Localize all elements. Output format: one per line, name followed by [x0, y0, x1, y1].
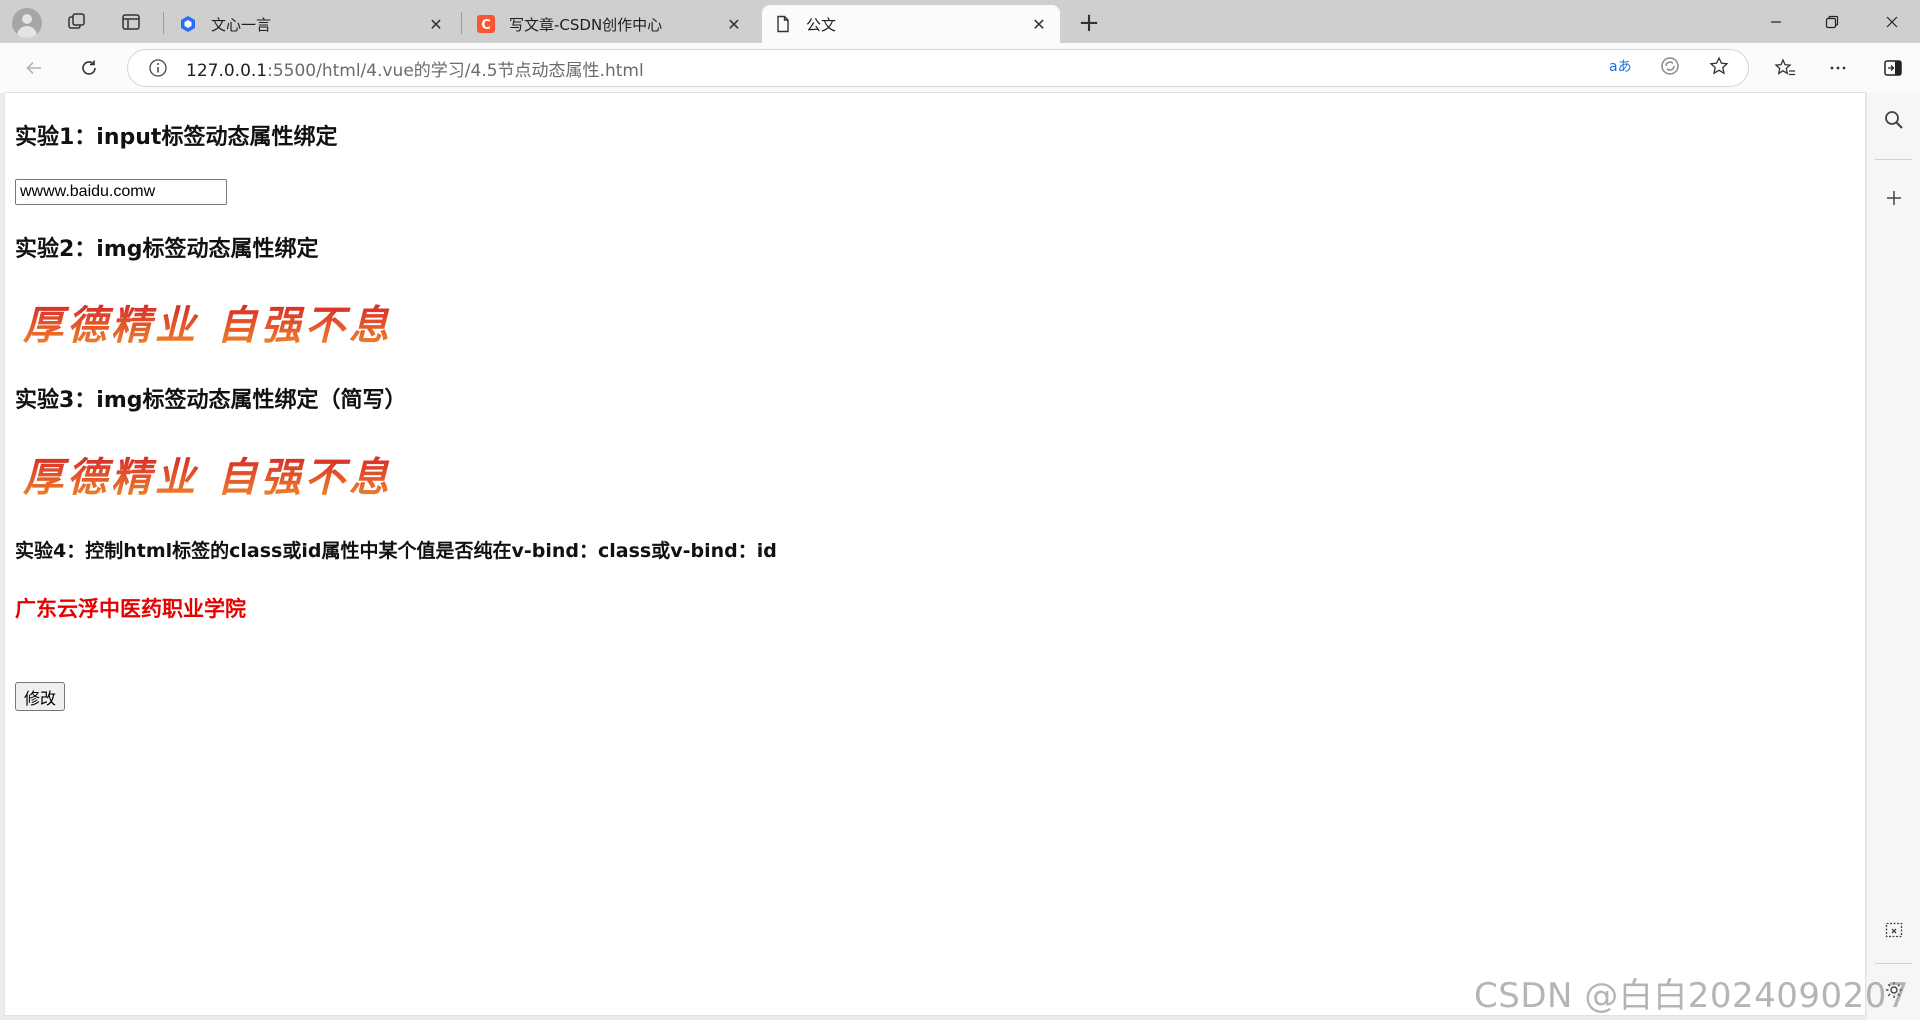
experiment-3-heading: 实验3：img标签动态属性绑定（简写） [15, 388, 407, 413]
address-bar[interactable]: 127.0.0.1:5500/html/4.vue的学习/4.5节点动态属性.h… [127, 49, 1749, 87]
tab-wenxin[interactable]: 文心一言 ✕ [167, 5, 457, 43]
minimize-button[interactable] [1748, 0, 1804, 43]
tab-csdn[interactable]: C 写文章-CSDN创作中心 ✕ [465, 5, 755, 43]
tab-gongwen[interactable]: 公文 ✕ [762, 5, 1060, 43]
experiment-4-heading: 实验4：控制html标签的class或id属性中某个值是否纯在v-bind：cl… [15, 540, 777, 562]
sidebar-toggle-icon[interactable] [1878, 53, 1908, 83]
csdn-watermark: CSDN @白白2024090207 [1474, 976, 1910, 1016]
add-icon[interactable] [1879, 183, 1909, 213]
tab-title: 公文 [806, 15, 837, 34]
wenxin-icon [179, 15, 197, 33]
experiment-1-heading: 实验1：input标签动态属性绑定 [15, 125, 338, 150]
url-path: :5500/html/4.vue的学习/4.5节点动态属性.html [267, 60, 644, 81]
search-icon[interactable] [1879, 105, 1909, 135]
restore-button[interactable] [1804, 0, 1860, 43]
new-tab-button[interactable]: + [1074, 8, 1104, 38]
experiment-2-heading: 实验2：img标签动态属性绑定 [15, 237, 319, 262]
page-viewport: 实验1：input标签动态属性绑定 实验2：img标签动态属性绑定 厚德精业 自… [5, 93, 1865, 1015]
csdn-icon: C [477, 15, 495, 33]
college-name-text: 广东云浮中医药职业学院 [15, 597, 246, 621]
refresh-icon[interactable] [74, 53, 104, 83]
modify-button[interactable]: 修改 [15, 682, 66, 711]
workspaces-icon[interactable] [64, 9, 90, 35]
favorite-star-icon[interactable] [1704, 51, 1734, 81]
motto-image: 厚德精业 自强不息 [22, 302, 393, 349]
profile-avatar[interactable] [12, 8, 42, 38]
info-icon[interactable] [148, 58, 168, 78]
motto-image-short: 厚德精业 自强不息 [22, 454, 393, 501]
more-menu-icon[interactable] [1823, 53, 1853, 83]
vertical-tabs-icon[interactable] [118, 9, 144, 35]
screenshot-icon[interactable] [1879, 916, 1909, 946]
read-aloud-icon[interactable]: aあ [1605, 51, 1635, 81]
close-icon[interactable]: ✕ [1030, 15, 1048, 34]
back-arrow-icon[interactable] [19, 53, 49, 83]
url-input[interactable] [15, 179, 227, 205]
svg-text:C: C [481, 18, 491, 33]
tab-title: 写文章-CSDN创作中心 [509, 15, 663, 34]
close-window-button[interactable] [1864, 0, 1920, 43]
url-host: 127.0.0.1 [186, 60, 268, 81]
tab-title: 文心一言 [211, 15, 272, 34]
svg-text:aあ: aあ [1609, 59, 1632, 75]
edge-sidebar [1867, 93, 1920, 1020]
favorites-icon[interactable] [1770, 53, 1800, 83]
browser-essentials-icon[interactable] [1655, 51, 1685, 81]
url-text: 127.0.0.1:5500/html/4.vue的学习/4.5节点动态属性.h… [186, 56, 644, 81]
motto-text: 厚德精业 自强不息 [22, 454, 393, 501]
motto-text: 厚德精业 自强不息 [22, 302, 393, 349]
close-icon[interactable]: ✕ [725, 15, 743, 34]
page-icon [774, 15, 792, 33]
close-icon[interactable]: ✕ [427, 15, 445, 34]
browser-toolbar: 127.0.0.1:5500/html/4.vue的学习/4.5节点动态属性.h… [0, 43, 1920, 93]
tab-strip: 文心一言 ✕ C 写文章-CSDN创作中心 ✕ 公文 ✕ + [0, 0, 1920, 43]
